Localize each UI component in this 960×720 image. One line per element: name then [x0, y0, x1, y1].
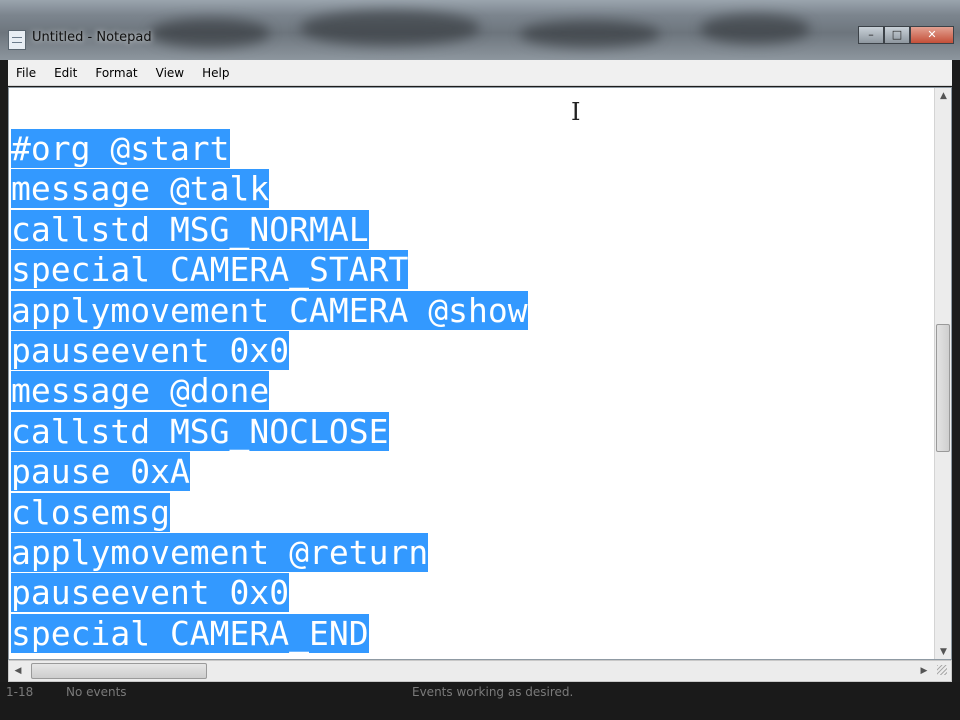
- menu-bar: File Edit Format View Help: [8, 60, 952, 86]
- maximize-button[interactable]: □: [884, 26, 910, 44]
- editor-line[interactable]: applymovement @return: [11, 532, 528, 573]
- selected-text[interactable]: pauseevent 0x0: [11, 573, 290, 613]
- horizontal-scroll-thumb[interactable]: [31, 663, 207, 679]
- editor-line[interactable]: callstd MSG_NOCLOSE: [11, 411, 528, 452]
- editor-line[interactable]: applymovement CAMERA @show: [11, 290, 528, 331]
- scroll-right-icon[interactable]: ▶: [915, 661, 933, 681]
- status-position: 1-18: [6, 685, 34, 699]
- editor-line[interactable]: message @done: [11, 371, 528, 411]
- scroll-up-icon[interactable]: ▲: [935, 88, 951, 105]
- editor-line[interactable]: pauseevent 0x0: [11, 573, 528, 613]
- status-message: Events working as desired.: [412, 685, 574, 699]
- editor-line[interactable]: callstd MSG_NORMAL: [11, 209, 528, 250]
- vertical-scrollbar[interactable]: ▲ ▼: [934, 88, 951, 659]
- selected-text[interactable]: applymovement CAMERA @show: [11, 290, 528, 330]
- horizontal-scrollbar[interactable]: ◀ ▶: [8, 660, 952, 682]
- text-cursor-icon: I: [571, 98, 581, 126]
- editor-text[interactable]: #org @start message @talk callstd MSG_NO…: [11, 129, 528, 654]
- vertical-scroll-thumb[interactable]: [936, 324, 950, 452]
- selected-text[interactable]: message @done: [11, 371, 270, 411]
- scroll-down-icon[interactable]: ▼: [935, 644, 951, 659]
- selected-text[interactable]: pause 0xA: [11, 452, 190, 492]
- title-bar[interactable]: Untitled - Notepad – □ ✕: [0, 0, 960, 60]
- selected-text[interactable]: pauseevent 0x0: [11, 330, 290, 370]
- status-bar: 1-18 No events Events working as desired…: [0, 682, 960, 720]
- editor-line[interactable]: message @talk: [11, 169, 528, 209]
- menu-view[interactable]: View: [156, 64, 184, 82]
- selected-text[interactable]: applymovement @return: [11, 532, 429, 572]
- resize-grip-icon[interactable]: [937, 665, 947, 675]
- text-editor[interactable]: I #org @start message @talk callstd MSG_…: [8, 87, 952, 660]
- close-button[interactable]: ✕: [910, 26, 954, 44]
- menu-help[interactable]: Help: [202, 64, 229, 82]
- selected-text[interactable]: closemsg: [11, 492, 170, 532]
- minimize-button[interactable]: –: [858, 26, 884, 44]
- status-events: No events: [66, 685, 127, 699]
- notepad-app-icon[interactable]: [8, 30, 26, 50]
- editor-line[interactable]: special CAMERA_START: [11, 250, 528, 290]
- editor-line[interactable]: pauseevent 0x0: [11, 330, 528, 371]
- editor-line[interactable]: pause 0xA: [11, 452, 528, 492]
- editor-line[interactable]: closemsg: [11, 492, 528, 533]
- editor-line[interactable]: #org @start: [11, 129, 528, 169]
- menu-edit[interactable]: Edit: [54, 64, 77, 82]
- selected-text[interactable]: special CAMERA_START: [11, 250, 409, 290]
- editor-line[interactable]: special CAMERA_END: [11, 613, 528, 654]
- selected-text[interactable]: message @talk: [11, 169, 270, 209]
- selected-text[interactable]: callstd MSG_NOCLOSE: [11, 411, 389, 451]
- window-title: Untitled - Notepad: [32, 30, 152, 45]
- menu-file[interactable]: File: [16, 64, 36, 82]
- menu-format[interactable]: Format: [95, 64, 137, 82]
- selected-text[interactable]: special CAMERA_END: [11, 613, 369, 653]
- scroll-left-icon[interactable]: ◀: [9, 661, 27, 681]
- selected-text[interactable]: #org @start: [11, 129, 230, 168]
- selected-text[interactable]: callstd MSG_NORMAL: [11, 209, 369, 249]
